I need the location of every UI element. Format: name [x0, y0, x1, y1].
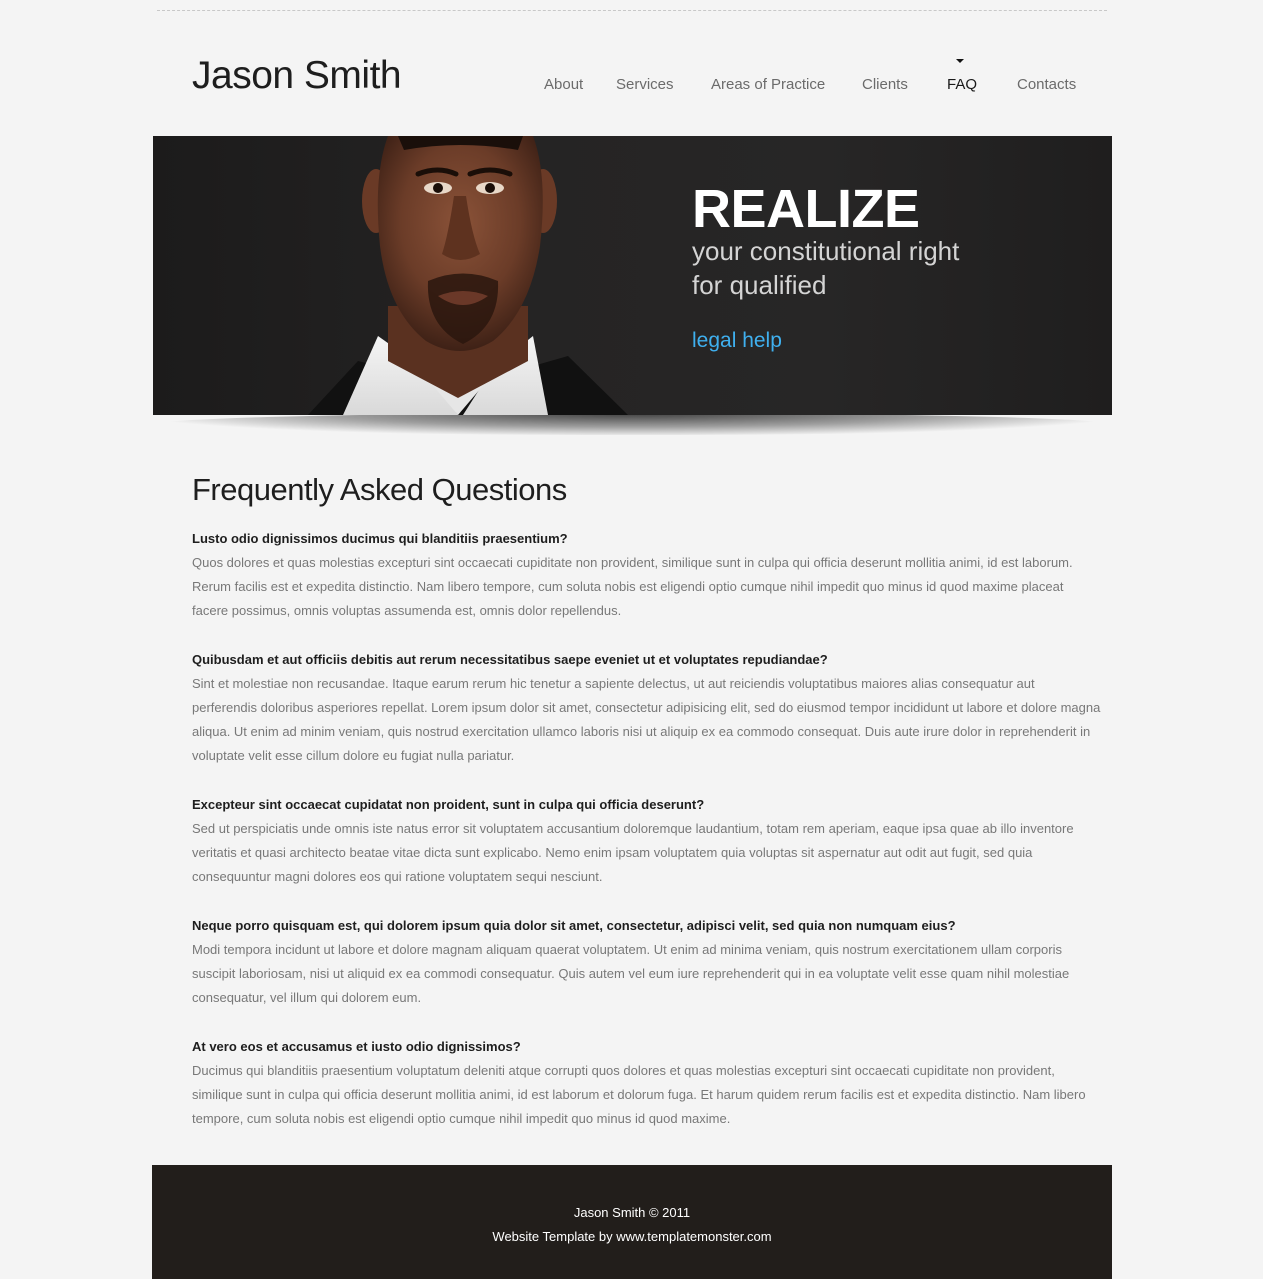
active-nav-marker-icon — [956, 59, 964, 63]
footer-copyright: Jason Smith © 2011 — [573, 1205, 691, 1220]
nav-item-areas-of-practice[interactable]: Areas of Practice — [711, 76, 825, 93]
nav-item-about[interactable]: About — [544, 76, 583, 93]
top-dashed-divider — [157, 10, 1107, 11]
main-nav: About Services Areas of Practice Clients… — [0, 59, 1263, 96]
footer-credit-prefix: Website Template by — [492, 1229, 617, 1244]
site-footer: Jason Smith © 2011 Website Template by w… — [152, 1165, 1112, 1279]
hero-shadow — [160, 413, 1105, 435]
nav-item-clients[interactable]: Clients — [862, 76, 908, 93]
faq-item: At vero eos et accusamus et iusto odio d… — [192, 1035, 1102, 1131]
hero-title: REALIZE — [692, 179, 920, 239]
footer-credit: Website Template by www.templatemonster.… — [152, 1229, 1112, 1245]
faq-answer: Sint et molestiae non recusandae. Itaque… — [192, 676, 1101, 763]
faq-item: Lusto odio dignissimos ducimus qui bland… — [192, 527, 1102, 623]
faq-question: Neque porro quisquam est, qui dolorem ip… — [192, 918, 956, 933]
faq-question: At vero eos et accusamus et iusto odio d… — [192, 1039, 521, 1054]
nav-item-faq[interactable]: FAQ — [947, 76, 977, 93]
portrait-image — [308, 136, 628, 415]
faq-answer: Sed ut perspiciatis unde omnis iste natu… — [192, 821, 1074, 884]
nav-item-services[interactable]: Services — [616, 76, 674, 93]
hero-subtitle: your constitutional right for qualified — [692, 234, 1032, 302]
legal-help-link[interactable]: legal help — [692, 329, 782, 353]
templatemonster-link[interactable]: www.templatemonster.com — [616, 1229, 771, 1244]
faq-content: Frequently Asked Questions Lusto odio di… — [192, 470, 1102, 1156]
hero-subtitle-line2: for qualified — [692, 270, 827, 300]
faq-question: Lusto odio dignissimos ducimus qui bland… — [192, 531, 568, 546]
hero-banner: REALIZE your constitutional right for qu… — [153, 136, 1112, 415]
faq-answer: Ducimus qui blanditiis praesentium volup… — [192, 1063, 1086, 1126]
faq-answer: Quos dolores et quas molestias excepturi… — [192, 555, 1073, 618]
nav-item-contacts[interactable]: Contacts — [1017, 76, 1076, 93]
faq-item: Neque porro quisquam est, qui dolorem ip… — [192, 914, 1102, 1010]
faq-question: Excepteur sint occaecat cupidatat non pr… — [192, 797, 705, 812]
faq-answer: Modi tempora incidunt ut labore et dolor… — [192, 942, 1070, 1005]
faq-item: Quibusdam et aut officiis debitis aut re… — [192, 648, 1102, 768]
faq-question: Quibusdam et aut officiis debitis aut re… — [192, 652, 828, 667]
faq-item: Excepteur sint occaecat cupidatat non pr… — [192, 793, 1102, 889]
hero-subtitle-line1: your constitutional right — [692, 236, 960, 266]
page-title: Frequently Asked Questions — [192, 472, 567, 507]
